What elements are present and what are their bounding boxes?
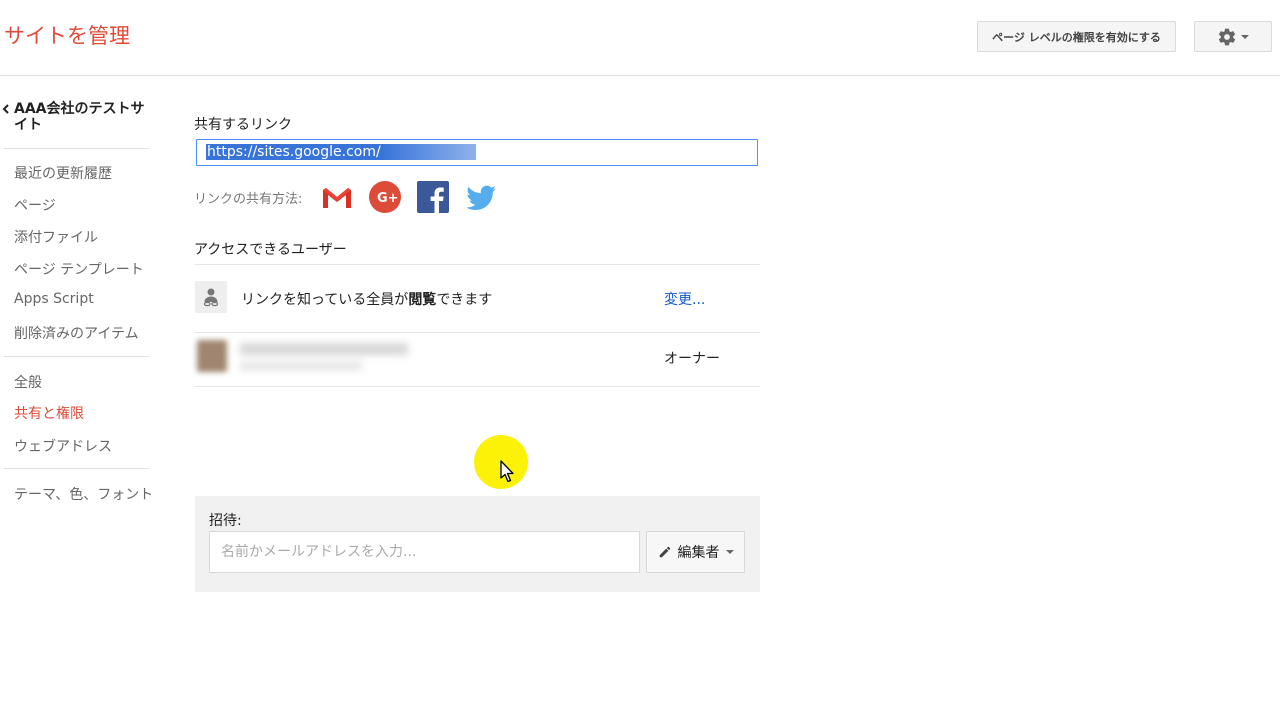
share-link-input[interactable]: https://sites.google.com/ xyxy=(196,139,758,166)
sidebar-item-general[interactable]: 全般 xyxy=(14,372,42,392)
link-access-description: リンクを知っている全員が閲覧できます xyxy=(241,292,493,308)
twitter-icon[interactable] xyxy=(464,180,498,214)
header-bar: サイトを管理 ページ レベルの権限を有効にする xyxy=(0,0,1280,76)
role-dropdown[interactable]: 編集者 xyxy=(646,531,745,573)
chevron-down-icon xyxy=(725,550,734,554)
google-plus-icon[interactable]: G+ xyxy=(368,180,402,214)
redacted-owner-name xyxy=(240,343,408,355)
divider xyxy=(195,264,760,265)
svg-text:G+: G+ xyxy=(377,191,399,206)
pencil-icon xyxy=(659,546,670,558)
owner-role-label: オーナー xyxy=(664,351,720,367)
sidebar-item-web-address[interactable]: ウェブアドレス xyxy=(14,436,112,456)
sidebar-divider xyxy=(4,356,149,357)
divider xyxy=(195,332,760,333)
link-sharing-icon xyxy=(195,281,227,313)
role-label: 編集者 xyxy=(677,545,720,561)
sidebar-divider xyxy=(4,148,149,149)
sidebar-item-sharing-permissions[interactable]: 共有と権限 xyxy=(14,403,84,423)
enable-page-permissions-button[interactable]: ページ レベルの権限を有効にする xyxy=(977,21,1176,52)
chevron-left-icon xyxy=(2,104,9,114)
person-link-icon xyxy=(203,288,219,307)
access-level: 閲覧 xyxy=(408,292,437,308)
sidebar-item-pages[interactable]: ページ xyxy=(14,195,56,215)
sidebar-item-attachments[interactable]: 添付ファイル xyxy=(14,227,98,247)
invite-panel: 招待: 編集者 xyxy=(195,496,760,592)
sidebar-item-recent-activity[interactable]: 最近の更新履歴 xyxy=(14,163,112,183)
sidebar-item-apps-script[interactable]: Apps Script xyxy=(14,291,94,307)
settings-button[interactable] xyxy=(1194,21,1272,52)
change-access-link[interactable]: 変更... xyxy=(664,289,705,309)
avatar xyxy=(197,340,227,372)
sidebar-item-themes-colors-fonts[interactable]: テーマ、色、フォント xyxy=(14,484,153,504)
invite-input[interactable] xyxy=(209,531,640,573)
gmail-icon[interactable] xyxy=(320,180,354,214)
access-heading: アクセスできるユーザー xyxy=(194,242,347,258)
divider xyxy=(195,386,760,387)
redacted-link-segment xyxy=(381,144,476,160)
sidebar-item-page-templates[interactable]: ページ テンプレート xyxy=(14,259,144,279)
invite-label: 招待: xyxy=(209,513,242,529)
share-link-label: 共有するリンク xyxy=(194,117,292,133)
share-link-value: https://sites.google.com/ xyxy=(206,144,382,160)
redacted-owner-email xyxy=(240,362,362,370)
site-name: AAA会社のテストサイト xyxy=(14,101,145,133)
sidebar-divider xyxy=(4,468,149,469)
page-title: サイトを管理 xyxy=(4,24,130,48)
facebook-icon[interactable] xyxy=(416,180,450,214)
share-via-label: リンクの共有方法: xyxy=(194,192,303,207)
sidebar-item-deleted-items[interactable]: 削除済みのアイテム xyxy=(14,323,139,343)
mouse-pointer-icon xyxy=(500,460,514,483)
chevron-down-icon xyxy=(1241,34,1249,39)
back-to-site-link[interactable]: AAA会社のテストサイト xyxy=(0,101,145,133)
gear-icon xyxy=(1218,28,1236,45)
